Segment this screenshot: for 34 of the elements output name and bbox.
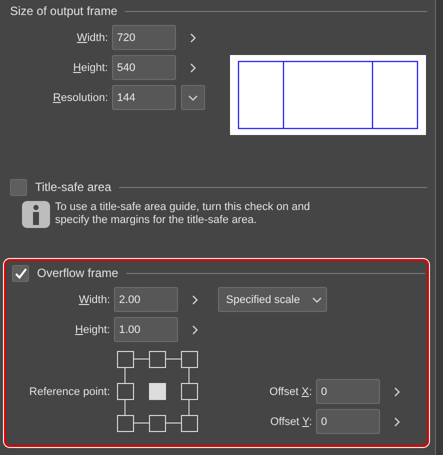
info-icon <box>22 201 50 228</box>
chevron-right-icon <box>190 62 196 72</box>
field-label: Width: <box>76 32 109 44</box>
checkbox-label: Overflow frame <box>37 266 118 280</box>
number-field[interactable]: 144 <box>112 85 176 110</box>
info-text: To use a title-safe area guide, turn this check on and specify the margins for the title-safe area. <box>55 201 310 227</box>
field-label: Resolution: <box>52 92 109 104</box>
field-label: Offset Y: <box>269 416 313 428</box>
chevron-right-icon <box>394 386 400 396</box>
chevron-right-icon <box>190 32 196 42</box>
field-label: Width: <box>78 294 111 306</box>
number-field[interactable]: 0 <box>316 409 380 434</box>
number-field[interactable]: 2.00 <box>114 287 178 312</box>
field-label: Height: <box>74 324 111 336</box>
field-label: Height: <box>72 62 109 74</box>
field-label: Offset X: <box>268 386 313 398</box>
number-field[interactable]: 540 <box>112 55 176 80</box>
checkbox-label: Title-safe area <box>35 180 112 194</box>
chevron-down-icon <box>312 296 322 302</box>
reference-point-grid[interactable] <box>117 351 198 432</box>
number-field[interactable]: 1.00 <box>114 317 178 342</box>
chevron-right-icon <box>394 416 400 426</box>
chevron-right-icon <box>192 294 198 304</box>
dropdown-button[interactable] <box>181 85 205 110</box>
number-field[interactable]: 720 <box>112 25 176 50</box>
checkbox[interactable] <box>12 264 29 282</box>
checkmark-icon <box>14 268 26 278</box>
field-label: Reference point: <box>28 386 111 398</box>
chevron-down-icon <box>188 94 198 100</box>
scale-dropdown[interactable]: Specified scale <box>218 287 327 312</box>
number-field[interactable]: 0 <box>316 379 380 404</box>
checkbox[interactable] <box>10 178 27 196</box>
section-title: Size of output frame <box>10 4 118 18</box>
chevron-right-icon <box>192 324 198 334</box>
